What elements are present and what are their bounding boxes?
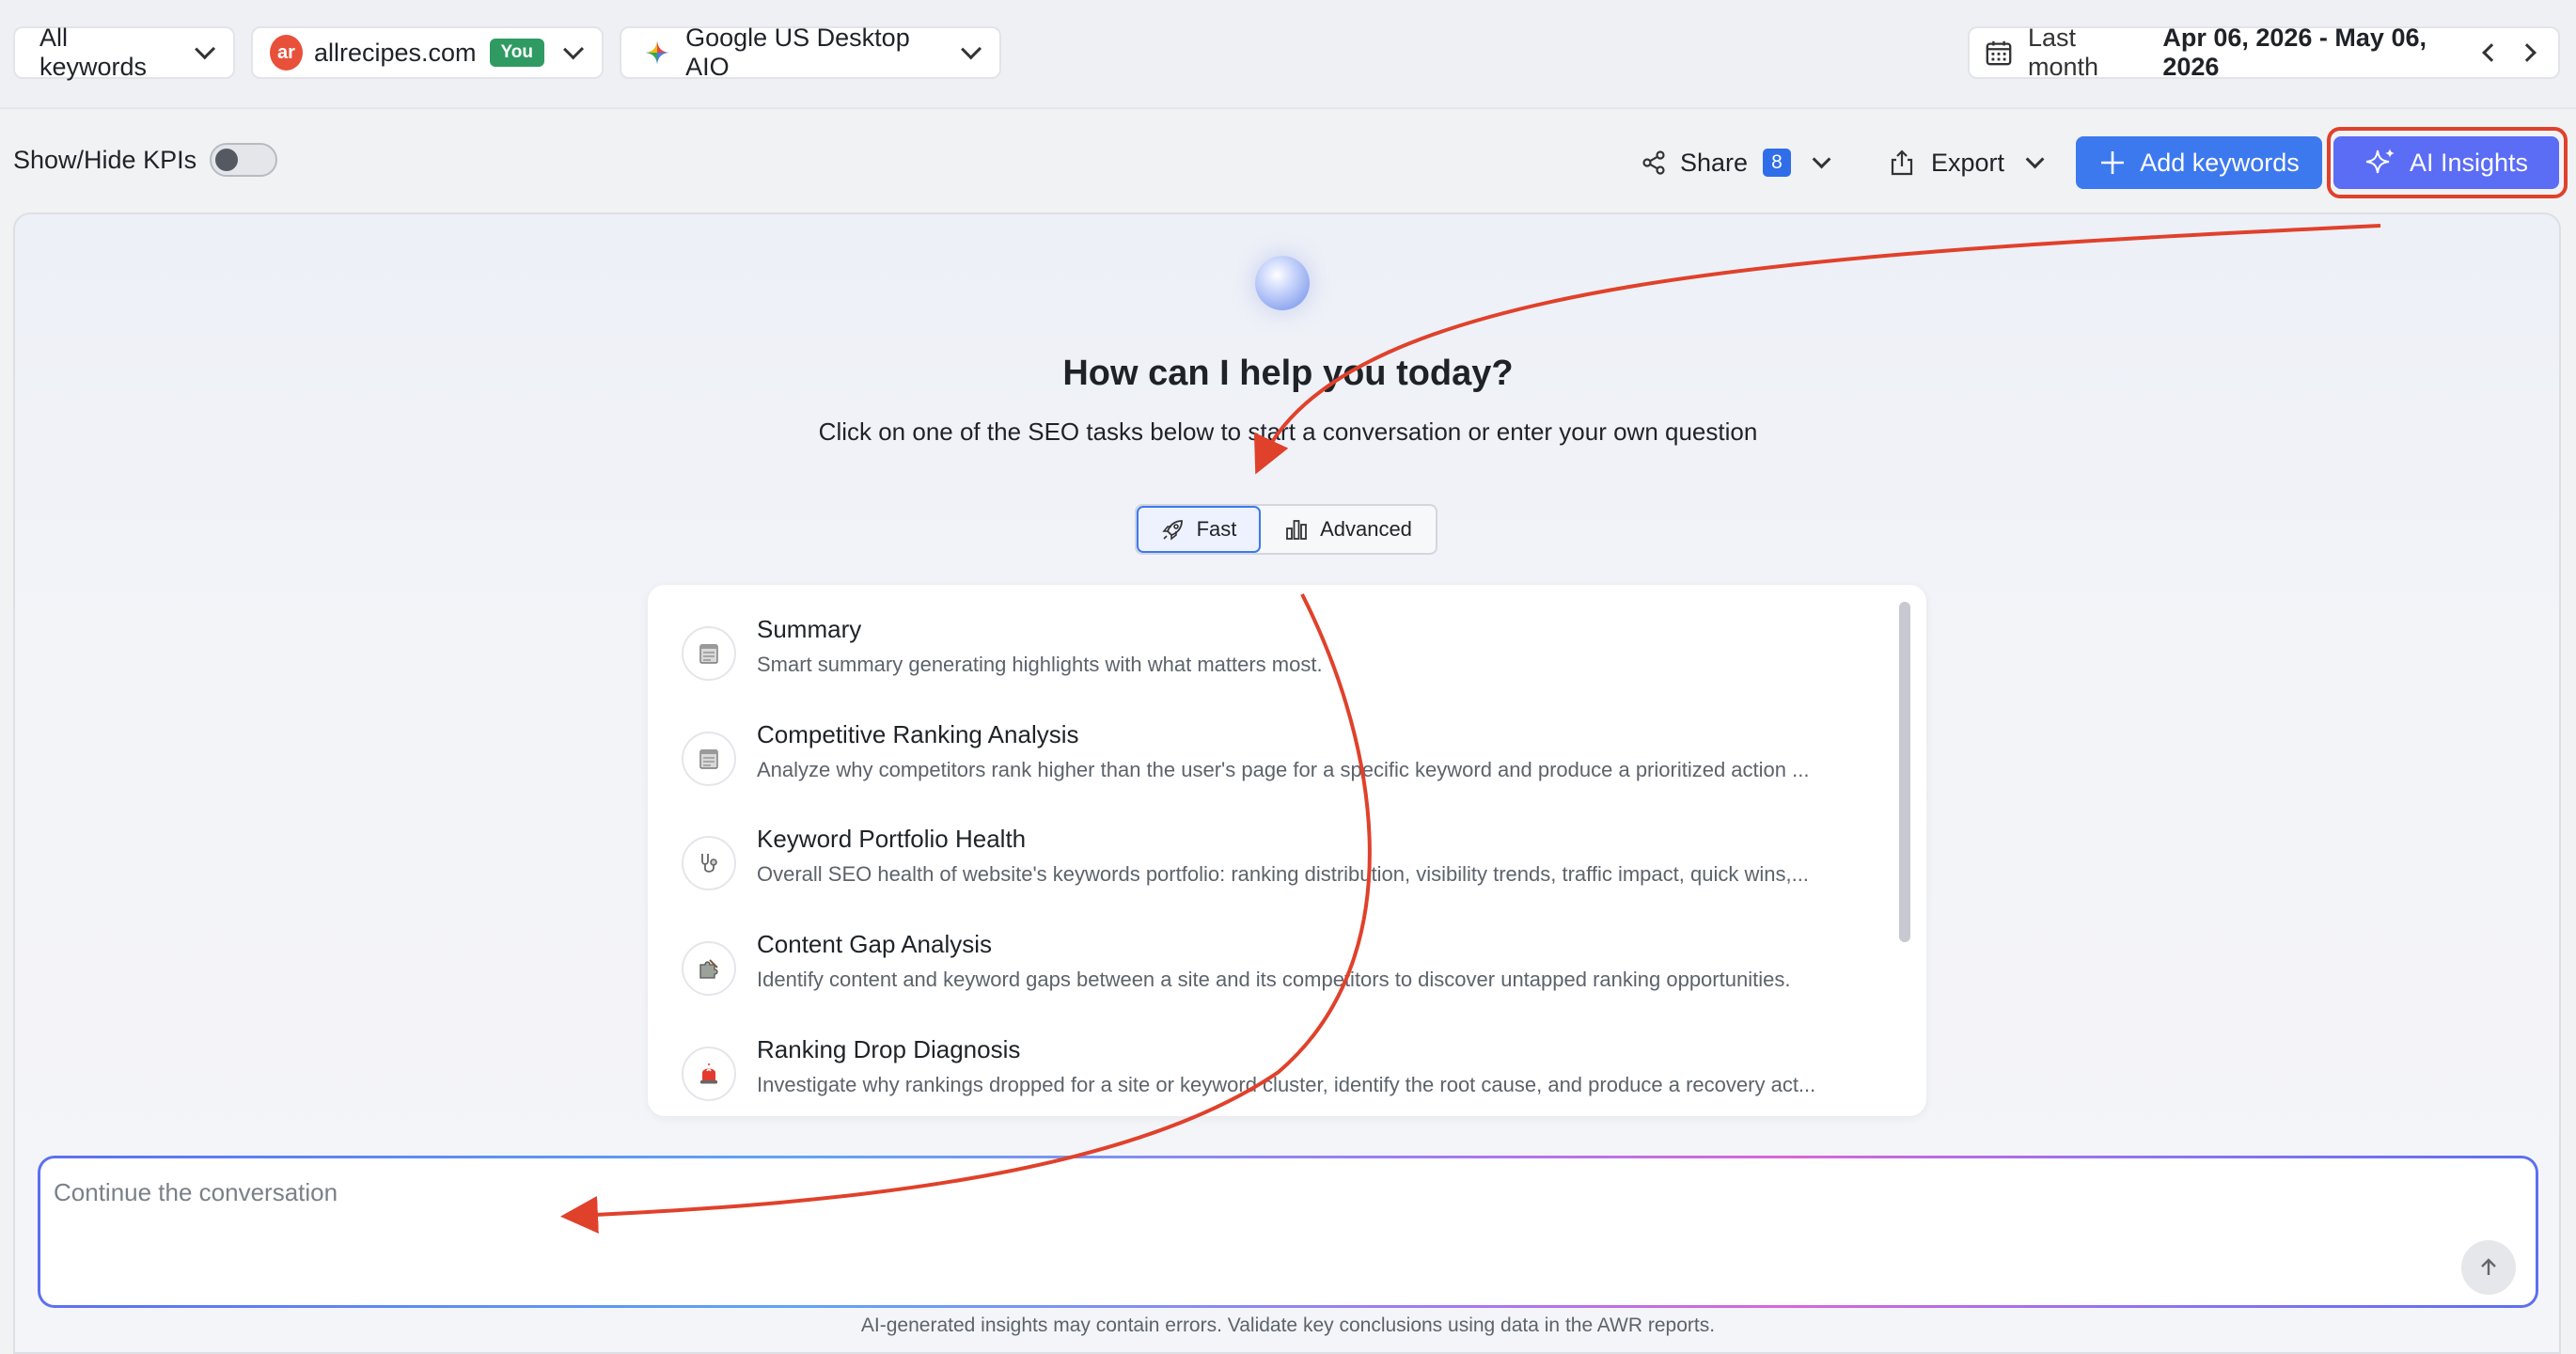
kpi-toggle-row: Show/Hide KPIs <box>13 143 278 177</box>
plus-icon <box>2101 151 2125 174</box>
ai-orb-icon <box>1255 256 1310 310</box>
date-range-picker[interactable]: Last month Apr 06, 2026 - May 06, 2026 <box>1968 24 2560 81</box>
task-description: Identify content and keyword gaps betwee… <box>757 968 1791 991</box>
chat-input[interactable] <box>54 1173 2310 1211</box>
ai-disclaimer: AI-generated insights may contain errors… <box>860 1315 1716 1336</box>
share-icon <box>1642 150 1665 175</box>
export-label: Export <box>1931 148 2005 177</box>
task-item-ranking-drop[interactable]: Ranking Drop Diagnosis Investigate why r… <box>682 1035 1876 1116</box>
task-title: Keyword Portfolio Health <box>757 825 1027 853</box>
annotation-highlight-box <box>2327 127 2568 198</box>
task-description: Overall SEO health of website's keywords… <box>757 862 1809 886</box>
chevron-down-icon[interactable] <box>1812 150 1831 169</box>
stethoscope-icon <box>682 836 736 890</box>
keyword-filter-label: All keywords <box>39 24 148 81</box>
gemini-sparkle-icon <box>645 40 669 65</box>
task-title: Ranking Drop Diagnosis <box>757 1035 1021 1063</box>
puzzle-icon <box>682 941 736 996</box>
kpi-toggle-label: Show/Hide KPIs <box>13 145 197 174</box>
chevron-down-icon <box>194 39 215 60</box>
search-engine-label: Google US Desktop AIO <box>685 24 910 81</box>
rocket-icon <box>1161 520 1183 541</box>
task-item-portfolio-health[interactable]: Keyword Portfolio Health Overall SEO hea… <box>682 825 1876 919</box>
notepad-icon <box>682 626 736 681</box>
top-bar: All keywords ar allrecipes.com You Googl… <box>0 0 2576 109</box>
task-title: Content Gap Analysis <box>757 930 993 958</box>
date-period-label: Last month <box>2028 24 2099 81</box>
site-dropdown[interactable]: ar allrecipes.com You <box>251 26 604 79</box>
bar-chart-icon <box>1286 520 1307 540</box>
siren-icon <box>682 1047 736 1101</box>
add-keywords-button[interactable]: Add keywords <box>2076 136 2322 189</box>
export-button[interactable]: Export <box>1888 136 2045 189</box>
send-button[interactable] <box>2461 1240 2516 1295</box>
site-logo: ar <box>270 35 303 71</box>
tab-fast[interactable]: Fast <box>1137 506 1261 553</box>
site-name: allrecipes.com <box>313 38 477 67</box>
chevron-down-icon <box>960 39 982 60</box>
assistant-subline: Click on one of the SEO tasks below to s… <box>818 417 1758 446</box>
task-title: Summary <box>757 615 862 643</box>
calendar-icon <box>1986 40 2012 66</box>
date-nav <box>2482 43 2537 62</box>
tab-advanced[interactable]: Advanced <box>1261 506 1436 553</box>
task-list: Summary Smart summary generating highlig… <box>648 585 1926 1116</box>
share-count-badge: 8 <box>1763 149 1791 177</box>
you-badge: You <box>489 39 545 67</box>
task-title: Competitive Ranking Analysis <box>757 720 1079 748</box>
task-item-content-gap[interactable]: Content Gap Analysis Identify content an… <box>682 930 1876 1024</box>
task-item-summary[interactable]: Summary Smart summary generating highlig… <box>682 615 1876 709</box>
assistant-headline: How can I help you today? <box>1062 354 1514 393</box>
chevron-down-icon <box>563 39 585 60</box>
mode-switch: Fast Advanced <box>1135 504 1437 555</box>
chevron-right-icon[interactable] <box>2518 43 2537 62</box>
arrow-up-icon <box>2481 1258 2496 1275</box>
chevron-down-icon <box>2025 150 2045 169</box>
kpi-toggle-switch[interactable] <box>210 143 278 177</box>
task-description: Analyze why competitors rank higher than… <box>757 758 1810 781</box>
chevron-left-icon[interactable] <box>2482 43 2501 62</box>
export-icon <box>1891 150 1913 176</box>
chat-input-box <box>38 1156 2538 1308</box>
tab-advanced-label: Advanced <box>1320 517 1412 541</box>
task-description: Investigate why rankings dropped for a s… <box>757 1073 1816 1096</box>
keyword-filter-dropdown[interactable]: All keywords <box>13 24 235 81</box>
date-range-value: Apr 06, 2026 - May 06, 2026 <box>2162 24 2427 81</box>
add-keywords-label: Add keywords <box>2140 148 2300 177</box>
task-item-competitive-ranking[interactable]: Competitive Ranking Analysis Analyze why… <box>682 720 1876 814</box>
task-list-scrollbar[interactable] <box>1899 602 1910 942</box>
search-engine-dropdown[interactable]: Google US Desktop AIO <box>620 24 1001 81</box>
share-button[interactable]: Share 8 <box>1641 136 1831 189</box>
tab-fast-label: Fast <box>1196 517 1237 541</box>
task-description: Smart summary generating highlights with… <box>757 653 1323 676</box>
share-label: Share <box>1680 148 1749 177</box>
chat-input-inner <box>40 1158 2536 1305</box>
notepad-icon <box>682 732 736 786</box>
